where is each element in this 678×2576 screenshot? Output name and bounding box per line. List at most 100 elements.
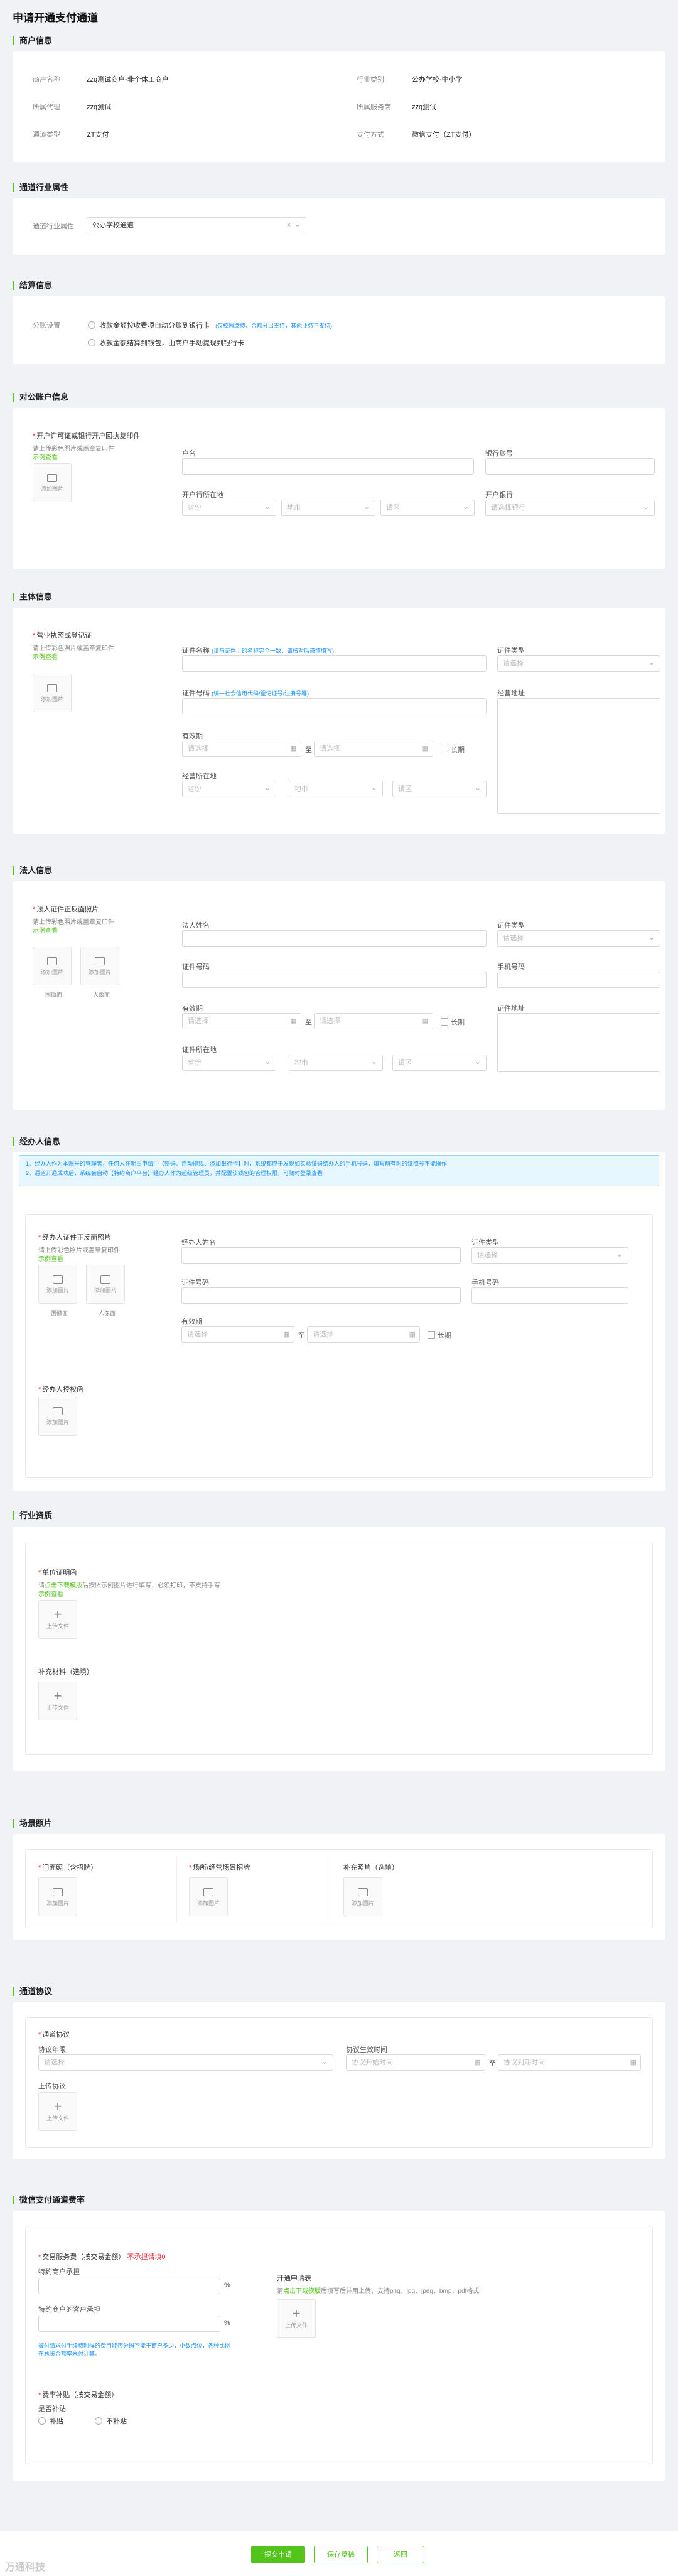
channel-type-value: ZT支付 xyxy=(87,131,109,139)
unit-proof-hint: 请点击下载模版后按照示例图片进行填写，必须打印，不支持手写 xyxy=(38,1580,220,1589)
operator-long-checkbox[interactable]: 长期 xyxy=(428,1330,451,1340)
legal-long-checkbox[interactable]: 长期 xyxy=(441,1017,465,1027)
shop-photo-upload[interactable]: 添加图片 xyxy=(189,1877,228,1916)
bank-upload-button[interactable]: 添加图片 xyxy=(33,463,72,502)
agreement-upload-label: 上传协议 xyxy=(38,2083,66,2090)
agreement-start-date[interactable]: 协议开始时间 ▦ xyxy=(346,2054,485,2071)
legal-validity-start[interactable]: 请选择 ▦ xyxy=(182,1013,301,1029)
pay-method-label: 支付方式 xyxy=(357,131,384,139)
legal-front-upload[interactable]: 添加图片 xyxy=(33,947,72,985)
biz-province-select[interactable]: 省份 xyxy=(182,780,276,797)
subject-validity-end[interactable]: 请选择 ▦ xyxy=(314,741,433,757)
door-photo-upload[interactable]: 添加图片 xyxy=(38,1877,77,1916)
settle-option-wallet[interactable]: 收款金额结算到钱包，由商户手动提现到银行卡 xyxy=(88,338,244,348)
legal-province-select[interactable]: 省份 xyxy=(182,1054,276,1071)
bank-district-ph: 请区 xyxy=(386,504,400,512)
subsidy-no-radio[interactable]: 不补贴 xyxy=(95,2416,127,2426)
operator-cert-type-select[interactable]: 请选择 xyxy=(471,1247,628,1264)
subsidy-yes-radio[interactable]: 补贴 xyxy=(38,2416,63,2426)
operator-example-link[interactable]: 示例查看 xyxy=(38,1253,63,1263)
operator-validity-start[interactable]: 请选择 ▦ xyxy=(181,1326,294,1343)
unit-proof-upload-text: 上传文件 xyxy=(46,1623,69,1629)
operator-upload-hint: 请上传彩色照片或盖章复印件 xyxy=(38,1247,120,1254)
legal-name-input[interactable] xyxy=(182,930,487,947)
section-merchant-title: 商户信息 xyxy=(13,36,52,45)
clear-icon[interactable]: × xyxy=(287,218,291,233)
rate-note: 被付请求付手续费时候的费用能否分摊不能于商户多少，小数点位，各种比例在总货金额率… xyxy=(38,2343,231,2357)
bank-province-select[interactable]: 省份 xyxy=(182,499,276,516)
submit-button[interactable]: 提交申请 xyxy=(251,2546,305,2563)
extra-photo-upload[interactable]: 添加图片 xyxy=(343,1877,382,1916)
bank-city-select[interactable]: 地市 xyxy=(281,499,375,516)
bank-upload-hint: 请上传彩色照片或盖章复印件 xyxy=(33,446,114,453)
customer-rate-input[interactable] xyxy=(38,2316,220,2332)
legal-phone-label: 手机号码 xyxy=(497,963,525,971)
legal-city-select[interactable]: 地市 xyxy=(289,1054,383,1071)
agreement-end-date[interactable]: 协议到期时间 ▦ xyxy=(498,2054,641,2071)
license-upload-label: 营业执照或登记证 xyxy=(33,630,92,640)
biz-city-select[interactable]: 地市 xyxy=(289,780,383,797)
legal-validity-end[interactable]: 请选择 ▦ xyxy=(314,1013,433,1029)
agreement-to-label: 至 xyxy=(489,2060,496,2068)
agreement-upload-text: 上传文件 xyxy=(46,2115,69,2122)
rate-panel: 交易服务费（按交易金额） 不承担请填0 特约商户承担 % 特约商户的客户承担 %… xyxy=(13,2211,665,2481)
apply-template-download-link[interactable]: 点击下载模版 xyxy=(283,2288,321,2295)
legal-example-link[interactable]: 示例查看 xyxy=(33,925,58,935)
operator-back-upload[interactable]: 添加图片 xyxy=(86,1265,125,1304)
settle-option-split[interactable]: 收款金额按收费项自动分账到银行卡 (仅校园缴费、金额分出支持，其他业务不支持) xyxy=(88,320,332,330)
apply-form-upload[interactable]: + 上传文件 xyxy=(277,2299,316,2338)
subject-cert-type-select[interactable]: 请选择 xyxy=(497,655,660,672)
account-input[interactable] xyxy=(485,458,655,475)
agreement-upload[interactable]: + 上传文件 xyxy=(38,2092,77,2131)
biz-district-select[interactable]: 请区 xyxy=(392,780,487,797)
channel-industry-label: 通道行业属性 xyxy=(33,223,74,230)
legal-back-upload[interactable]: 添加图片 xyxy=(80,947,119,985)
customer-rate-pct: % xyxy=(224,2319,230,2327)
legal-district-select[interactable]: 请区 xyxy=(392,1054,487,1071)
image-icon xyxy=(53,1888,63,1896)
bank-example-link[interactable]: 示例查看 xyxy=(33,452,58,461)
channel-industry-value: 公办学校通道 xyxy=(92,222,134,229)
operator-front-upload[interactable]: 添加图片 xyxy=(38,1265,77,1304)
scene-divider-1 xyxy=(176,1856,177,1923)
address-textarea[interactable] xyxy=(497,698,660,814)
cert-no-input[interactable] xyxy=(182,698,487,714)
biz-city-ph: 地市 xyxy=(294,785,308,793)
cert-name-input[interactable] xyxy=(182,655,487,672)
operator-name-input[interactable] xyxy=(181,1247,461,1264)
operator-validity-end[interactable]: 请选择 ▦ xyxy=(307,1326,420,1343)
legal-validity-end-ph: 请选择 xyxy=(320,1017,340,1025)
operator-phone-input[interactable] xyxy=(471,1287,628,1304)
legal-cert-type-select[interactable]: 请选择 xyxy=(497,930,660,947)
subject-to-label: 至 xyxy=(305,746,312,754)
agreement-years-select[interactable]: 请选择 xyxy=(38,2054,333,2071)
legal-phone-input[interactable] xyxy=(497,972,660,988)
section-subject-title: 主体信息 xyxy=(13,593,52,601)
subject-long-checkbox[interactable]: 长期 xyxy=(441,744,465,754)
operator-auth-upload-text: 添加图片 xyxy=(46,1419,69,1425)
bank-district-select[interactable]: 请区 xyxy=(380,499,475,516)
operator-phone-label: 手机号码 xyxy=(471,1279,499,1287)
license-example-link[interactable]: 示例查看 xyxy=(33,652,58,661)
operator-auth-upload[interactable]: 添加图片 xyxy=(38,1397,77,1436)
back-button[interactable]: 返回 xyxy=(377,2546,424,2563)
merchant-rate-input[interactable] xyxy=(38,2278,220,2294)
subject-validity-start[interactable]: 请选择 ▦ xyxy=(182,741,301,757)
save-draft-button[interactable]: 保存草稿 xyxy=(314,2546,368,2563)
license-upload-button[interactable]: 添加图片 xyxy=(33,674,72,712)
operator-name-label: 经办人姓名 xyxy=(181,1239,216,1247)
channel-industry-select[interactable]: 公办学校通道 × xyxy=(87,217,306,233)
legal-address-textarea[interactable] xyxy=(497,1013,660,1072)
holder-input[interactable] xyxy=(182,458,474,475)
operator-cert-no-input[interactable] xyxy=(181,1287,461,1304)
extra-material-upload[interactable]: + 上传文件 xyxy=(38,1682,77,1720)
bank-upload-label: 开户许可证或银行开户回执复印件 xyxy=(33,431,140,441)
bank-select[interactable]: 请选择银行 xyxy=(485,499,655,516)
legal-cert-no-input[interactable] xyxy=(182,972,487,988)
unit-proof-upload[interactable]: + 上传文件 xyxy=(38,1600,77,1639)
biz-district-ph: 请区 xyxy=(398,785,412,793)
agreement-date-label: 协议生效时间 xyxy=(346,2046,387,2054)
unit-example-link[interactable]: 示例查看 xyxy=(38,1589,63,1598)
merchant-rate-pct: % xyxy=(224,2282,230,2289)
section-legal-title: 法人信息 xyxy=(13,866,52,875)
